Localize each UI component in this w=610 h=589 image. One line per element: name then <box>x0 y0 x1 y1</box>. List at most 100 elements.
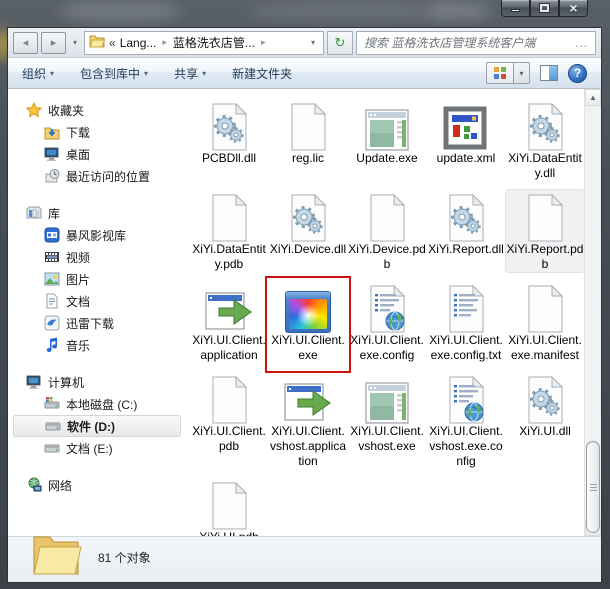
sidebar-item-label: 迅雷下载 <box>66 315 114 332</box>
file-name: XiYi.UI.Client.vshost.exe.config <box>427 424 505 469</box>
change-view-button[interactable]: ▾ <box>486 62 530 84</box>
sidebar-item-label: 图片 <box>66 271 90 288</box>
sidebar-item-node[interactable]: 文档 <box>8 290 186 312</box>
recent-pages-dropdown[interactable]: ▾ <box>69 32 81 54</box>
sidebar-item-node[interactable]: 视频 <box>8 246 186 268</box>
sidebar-item-label: 网络 <box>48 477 72 494</box>
close-button[interactable]: × <box>559 0 588 17</box>
file-item[interactable]: XiYi.Report.pdb <box>506 190 584 272</box>
scrollbar-track[interactable] <box>585 106 601 519</box>
dll-file-icon <box>446 192 486 242</box>
file-item[interactable]: XiYi.Report.dll <box>427 190 505 272</box>
file-item[interactable]: XiYi.UI.Client.exe.manifest <box>506 281 584 363</box>
forward-button[interactable]: ▸ <box>41 32 66 54</box>
titlebar-glass-blur <box>430 4 490 18</box>
sidebar-item-node[interactable]: 迅雷下载 <box>8 312 186 334</box>
sidebar-item-node[interactable]: 暴风影视库 <box>8 224 186 246</box>
file-name: XiYi.UI.Client.vshost.exe <box>348 424 426 454</box>
search-box[interactable]: 搜索 蓝格洗衣店管理系统客户端 ... <box>356 31 596 55</box>
sidebar-item-node[interactable]: 下载 <box>8 121 186 143</box>
file-item[interactable]: XiYi.UI.Client.application <box>190 281 268 363</box>
file-name: update.xml <box>427 151 505 166</box>
window-caption-buttons: × <box>501 0 588 17</box>
sidebar-item-node[interactable]: 音乐 <box>8 334 186 356</box>
file-item[interactable]: XiYi.UI.Client.vshost.exe.config <box>427 372 505 469</box>
toolbar-item[interactable]: 共享▾ <box>174 65 206 82</box>
maximize-button[interactable] <box>530 0 559 17</box>
sidebar-item-selected[interactable]: 软件 (D:) <box>13 415 181 437</box>
sidebar-item-node[interactable]: 文档 (E:) <box>8 437 186 459</box>
doc-file-icon <box>525 283 565 333</box>
views-icon[interactable] <box>486 62 514 84</box>
breadcrumb-segment[interactable]: 蓝格洗衣店管... <box>173 34 255 51</box>
file-item[interactable]: Update.exe <box>348 99 426 181</box>
toolbar-item[interactable]: 组织▾ <box>22 65 54 82</box>
dll-file-icon <box>525 374 565 424</box>
file-item[interactable]: reg.lic <box>269 99 347 181</box>
dll-file-icon <box>288 192 328 242</box>
file-item[interactable]: XiYi.DataEntity.dll <box>506 99 584 181</box>
sidebar-item-node[interactable]: 库 <box>8 202 186 224</box>
sidebar-item-node[interactable]: 本地磁盘 (C:) <box>8 393 186 415</box>
back-button[interactable]: ◂ <box>13 32 38 54</box>
file-item[interactable]: XiYi.UI.Client.exe <box>269 281 347 363</box>
breadcrumb-overflow-chevrons[interactable]: « <box>109 36 116 50</box>
disk-icon <box>44 440 60 456</box>
file-item[interactable]: XiYi.UI.dll <box>506 372 584 469</box>
sidebar-item-node[interactable]: 计算机 <box>8 371 186 393</box>
file-name: XiYi.UI.Client.pdb <box>190 424 268 454</box>
file-name: XiYi.UI.Client.exe <box>269 333 347 363</box>
sidebar-item-label: 计算机 <box>48 374 84 391</box>
refresh-button[interactable]: ↻ <box>327 31 353 55</box>
breadcrumb-segment[interactable]: Lang... <box>120 36 157 50</box>
file-item[interactable]: PCBDll.dll <box>190 99 268 181</box>
sidebar-item-node[interactable]: 网络 <box>8 474 186 496</box>
desktop-icon <box>44 146 60 162</box>
address-history-dropdown[interactable]: ▾ <box>307 32 319 54</box>
file-item[interactable]: XiYi.UI.pdb <box>190 478 268 536</box>
toolbar-item[interactable]: 新建文件夹 <box>232 65 292 82</box>
minimize-button[interactable] <box>501 0 530 17</box>
sidebar-group: 库暴风影视库视频图片文档迅雷下载音乐 <box>8 202 186 356</box>
minimize-icon <box>511 9 520 12</box>
breadcrumb-separator-icon[interactable]: ▸ <box>259 37 268 48</box>
file-item[interactable]: XiYi.UI.Client.pdb <box>190 372 268 469</box>
recent-icon <box>44 168 60 184</box>
music-icon <box>44 337 60 353</box>
file-item[interactable]: XiYi.Device.pdb <box>348 190 426 272</box>
sidebar-item-node[interactable]: 桌面 <box>8 143 186 165</box>
help-button[interactable]: ? <box>568 64 587 83</box>
views-dropdown[interactable]: ▾ <box>514 62 530 84</box>
scrollbar-thumb[interactable] <box>586 441 600 533</box>
toolbar-item[interactable]: 包含到库中▾ <box>80 65 148 82</box>
sidebar-item-label: 暴风影视库 <box>66 227 126 244</box>
file-name: XiYi.UI.Client.exe.manifest <box>506 333 584 363</box>
toolbar-items: 组织▾ 包含到库中▾ 共享▾ 新建文件夹 <box>22 65 318 82</box>
file-item[interactable]: XiYi.UI.Client.vshost.application <box>269 372 347 469</box>
scroll-up-button[interactable]: ▲ <box>585 89 601 106</box>
file-item[interactable]: XiYi.UI.Client.exe.config.txt <box>427 281 505 363</box>
sidebar-item-node[interactable]: 最近访问的位置 <box>8 165 186 187</box>
file-name: XiYi.UI.Client.application <box>190 333 268 363</box>
file-item[interactable]: XiYi.DataEntity.pdb <box>190 190 268 272</box>
app-file-icon <box>364 374 410 424</box>
file-item[interactable]: XiYi.Device.dll <box>269 190 347 272</box>
file-item[interactable]: update.xml <box>427 99 505 181</box>
sidebar-item-node[interactable]: 图片 <box>8 268 186 290</box>
sidebar-item-label: 文档 <box>66 293 90 310</box>
navigation-pane: 收藏夹下载桌面最近访问的位置库暴风影视库视频图片文档迅雷下载音乐计算机本地磁盘 … <box>8 89 186 536</box>
config-file-icon <box>446 374 486 424</box>
preview-pane-button[interactable] <box>540 65 558 81</box>
preview-pane-icon <box>540 65 558 81</box>
address-bar[interactable]: « Lang... ▸ 蓝格洗衣店管... ▸ ▾ <box>84 31 324 55</box>
file-item[interactable]: XiYi.UI.Client.vshost.exe <box>348 372 426 469</box>
chevron-down-icon: ▾ <box>144 69 148 78</box>
file-item[interactable]: XiYi.UI.Client.exe.config <box>348 281 426 363</box>
vertical-scrollbar[interactable]: ▲ ▼ <box>584 89 601 536</box>
picture-icon <box>44 271 60 287</box>
sidebar-item-node[interactable]: 收藏夹 <box>8 99 186 121</box>
rainbow-file-icon <box>285 283 331 333</box>
config-file-icon <box>367 283 407 333</box>
breadcrumb-separator-icon[interactable]: ▸ <box>160 37 169 48</box>
file-list-area: PCBDll.dllreg.licUpdate.exeupdate.xmlXiY… <box>186 89 601 536</box>
